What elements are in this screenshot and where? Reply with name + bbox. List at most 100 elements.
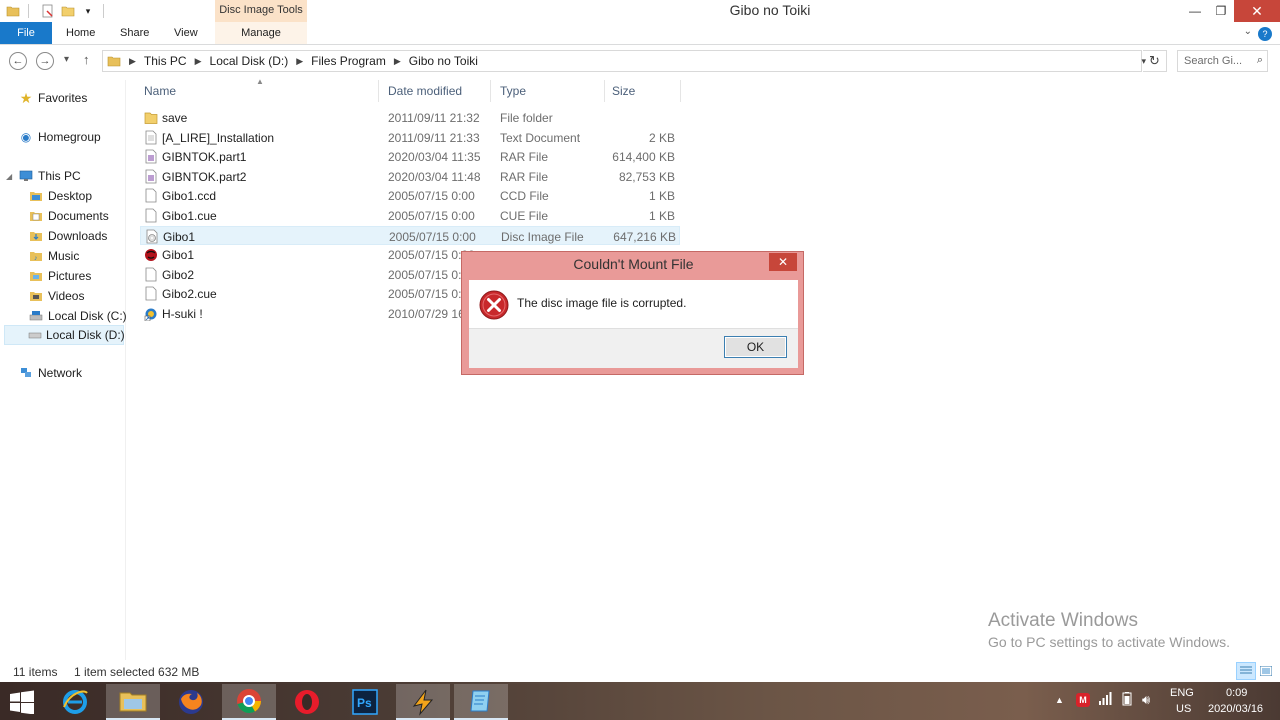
nav-documents[interactable]: Documents: [28, 206, 109, 226]
minimize-button[interactable]: —: [1182, 0, 1208, 22]
breadcrumb-local-disk-d[interactable]: Local Disk (D:): [210, 54, 289, 68]
file-row[interactable]: Gibo1.cue 2005/07/15 0:00 CUE File 1 KB: [140, 206, 680, 226]
chevron-down-icon[interactable]: ⌄: [1244, 26, 1252, 37]
up-button[interactable]: ↑: [83, 52, 90, 67]
mega-icon[interactable]: M: [1076, 693, 1090, 707]
column-type[interactable]: Type: [500, 84, 526, 98]
nav-label: Network: [38, 366, 83, 380]
homegroup-icon: ◉: [20, 130, 32, 144]
nav-network[interactable]: Network: [18, 363, 82, 383]
show-hidden-icons-button[interactable]: ▲: [1055, 695, 1064, 705]
taskbar-opera[interactable]: [280, 684, 334, 720]
nav-downloads[interactable]: Downloads: [28, 226, 107, 246]
nav-music[interactable]: ♪ Music: [28, 246, 79, 266]
file-name: Gibo1: [162, 248, 195, 263]
column-divider[interactable]: [490, 80, 491, 102]
file-row[interactable]: Gibo1.ccd 2005/07/15 0:00 CCD File 1 KB: [140, 186, 680, 206]
column-divider[interactable]: [378, 80, 379, 102]
file-date: 2011/09/11 21:33: [388, 130, 480, 145]
ok-button[interactable]: OK: [724, 336, 787, 358]
file-type: CCD File: [500, 189, 549, 204]
file-row[interactable]: GIBNTOK.part2 2020/03/04 11:48 RAR File 82,…: [140, 167, 680, 187]
language-indicator[interactable]: ENG: [1170, 687, 1194, 699]
tab-file[interactable]: File: [0, 22, 52, 44]
taskbar-chrome[interactable]: [222, 684, 276, 720]
file-row[interactable]: [A_LIRE]_Installation 2011/09/11 21:33 Tex…: [140, 128, 680, 148]
disc-file-icon: [146, 229, 158, 243]
chevron-right-icon[interactable]: ▶: [195, 56, 202, 67]
column-divider[interactable]: [680, 80, 681, 102]
help-icon[interactable]: ?: [1258, 27, 1272, 41]
search-input[interactable]: Search Gi... ⌕: [1177, 50, 1268, 72]
chevron-down-icon[interactable]: ◢: [6, 172, 12, 181]
taskbar-notepad[interactable]: [454, 684, 508, 720]
battery-icon[interactable]: [1120, 692, 1134, 709]
nav-this-pc[interactable]: This PC: [18, 166, 81, 186]
chevron-right-icon[interactable]: ▶: [129, 56, 136, 67]
svg-text:♪: ♪: [34, 255, 38, 262]
chevron-right-icon[interactable]: ▶: [296, 56, 303, 67]
column-headers: ▲ Name Date modified Type Size: [126, 77, 686, 102]
taskbar-photoshop[interactable]: Ps: [338, 684, 392, 720]
taskbar-file-explorer[interactable]: [106, 684, 160, 720]
clock-date[interactable]: 2020/03/16: [1208, 703, 1263, 715]
details-view-button[interactable]: [1236, 662, 1256, 680]
tab-home[interactable]: Home: [66, 22, 95, 44]
file-row[interactable]: Gibo1 2005/07/15 0:00 Disc Image File 647,2…: [140, 225, 680, 246]
tab-view[interactable]: View: [174, 22, 198, 44]
taskbar-internet-explorer[interactable]: [48, 684, 102, 720]
nav-videos[interactable]: Videos: [28, 286, 84, 306]
nav-homegroup[interactable]: ◉ Homegroup: [18, 127, 101, 147]
nav-desktop[interactable]: Desktop: [28, 186, 92, 206]
nav-local-disk-c[interactable]: Local Disk (C:): [28, 306, 127, 326]
file-name: Gibo2: [162, 267, 195, 282]
file-row[interactable]: GIBNTOK.part1 2020/03/04 11:35 RAR File 614…: [140, 147, 680, 167]
nav-label: Music: [48, 249, 80, 263]
column-divider[interactable]: [604, 80, 605, 102]
file-name: save: [162, 111, 188, 125]
file-date: 2020/03/04 11:48: [388, 169, 481, 184]
maximize-button[interactable]: ❐: [1208, 0, 1234, 22]
column-name[interactable]: Name: [144, 84, 176, 98]
nav-pictures[interactable]: Pictures: [28, 266, 91, 286]
windows-start-icon[interactable]: [8, 690, 36, 714]
breadcrumb-files-program[interactable]: Files Program: [311, 54, 386, 68]
dialog-close-button[interactable]: ✕: [769, 253, 797, 271]
taskbar-firefox[interactable]: [164, 684, 218, 720]
tab-manage[interactable]: Manage: [215, 22, 307, 44]
nav-label: Local Disk (D:): [46, 328, 125, 342]
nav-label: Favorites: [38, 91, 88, 105]
daemon-file-icon: [145, 249, 157, 262]
file-row[interactable]: save 2011/09/11 21:32 File folder: [140, 108, 680, 128]
breadcrumb-this-pc[interactable]: This PC: [144, 54, 187, 68]
back-button[interactable]: ←: [9, 52, 27, 70]
shortcut-file-icon: [144, 308, 157, 321]
clock-time[interactable]: 0:09: [1226, 687, 1247, 699]
sort-ascending-icon: ▲: [256, 77, 264, 86]
tab-share[interactable]: Share: [120, 22, 149, 44]
nav-favorites[interactable]: ★ Favorites: [18, 88, 88, 108]
address-bar[interactable]: ▶ This PC ▶ Local Disk (D:) ▶ Files Prog…: [102, 50, 1142, 72]
file-size: 2 KB: [648, 130, 675, 145]
refresh-button[interactable]: ↻: [1143, 50, 1167, 72]
taskbar-winamp[interactable]: [396, 684, 450, 720]
close-button[interactable]: ✕: [1234, 0, 1280, 22]
window-title: Gibo no Toiki: [729, 2, 811, 18]
forward-button[interactable]: →: [36, 52, 54, 70]
file-name: [A_LIRE]_Installation: [162, 130, 275, 145]
volume-icon[interactable]: 🔊︎: [1142, 692, 1150, 708]
music-icon: ♪: [28, 248, 44, 264]
chevron-right-icon[interactable]: ▶: [394, 56, 401, 67]
network-icon: [18, 365, 34, 381]
file-type: Disc Image File: [501, 229, 584, 244]
signal-icon[interactable]: [1098, 692, 1112, 709]
folder-icon: [107, 56, 121, 67]
nav-local-disk-d[interactable]: Local Disk (D:): [4, 325, 125, 345]
large-icons-view-button[interactable]: [1256, 662, 1276, 680]
keyboard-layout-indicator[interactable]: US: [1176, 703, 1191, 715]
column-date-modified[interactable]: Date modified: [388, 84, 462, 98]
column-size[interactable]: Size: [612, 84, 635, 98]
folder-file-icon: [144, 112, 158, 124]
breadcrumb-current-folder[interactable]: Gibo no Toiki: [409, 54, 478, 68]
recent-locations-button[interactable]: ▾: [64, 54, 69, 65]
